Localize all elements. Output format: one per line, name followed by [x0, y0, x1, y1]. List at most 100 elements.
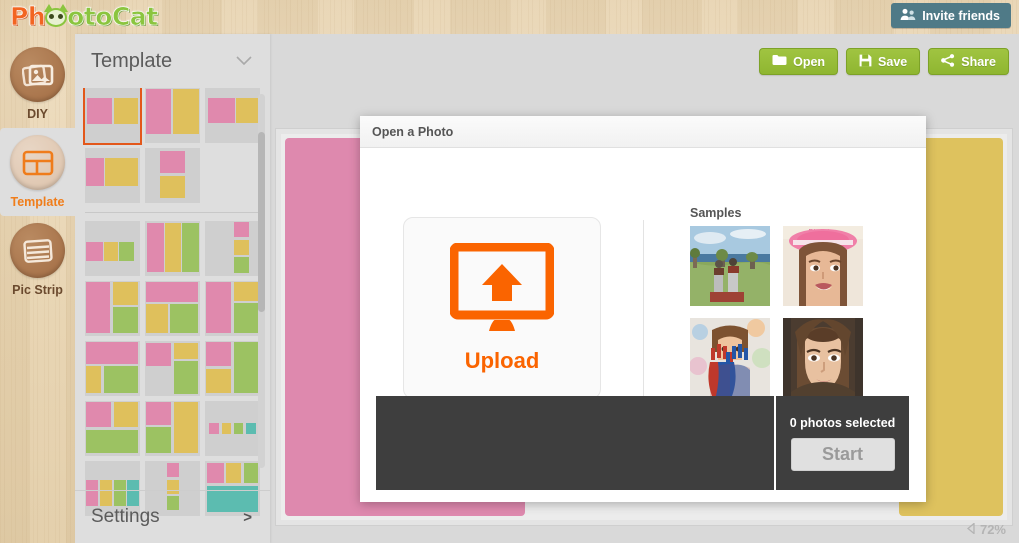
- template-cell: [172, 89, 199, 135]
- start-button-label: Start: [821, 443, 863, 464]
- template-cell: [233, 222, 249, 238]
- invite-friends-button[interactable]: Invite friends: [891, 3, 1011, 28]
- open-button-label: Open: [793, 54, 826, 69]
- template-cell: [160, 151, 185, 174]
- logo-text-part2: oto: [67, 2, 113, 32]
- upload-button[interactable]: Upload: [403, 217, 601, 399]
- triangle-left-icon[interactable]: [966, 522, 975, 537]
- selected-photos-tray[interactable]: [376, 396, 774, 490]
- open-photo-dialog: Open a Photo Upload Samples 0 photos sel…: [360, 116, 926, 502]
- template-cell: [146, 282, 198, 302]
- template-thumbnail[interactable]: [145, 148, 200, 203]
- scrollbar-thumb[interactable]: [258, 132, 265, 312]
- template-thumbnail[interactable]: [85, 281, 140, 336]
- photos-stack-icon: [10, 47, 65, 102]
- template-cell: [208, 97, 235, 124]
- template-cell: [206, 368, 232, 393]
- sidebar-item-pic-strip-label: Pic Strip: [12, 283, 63, 297]
- selected-count-label: photos selected: [800, 415, 896, 430]
- template-cell: [147, 223, 164, 272]
- template-thumbnail[interactable]: [205, 281, 260, 336]
- save-button[interactable]: Save: [846, 48, 921, 75]
- template-cell: [182, 223, 199, 272]
- template-cell: [235, 97, 258, 124]
- template-cell: [119, 241, 135, 261]
- template-cell: [233, 282, 258, 301]
- template-cell: [173, 360, 198, 394]
- template-thumbnail[interactable]: [85, 221, 140, 276]
- open-button[interactable]: Open: [759, 48, 839, 75]
- zoom-level-label: 72%: [979, 522, 1006, 537]
- template-cell: [233, 257, 249, 273]
- sidebar-item-template[interactable]: Template: [0, 128, 75, 216]
- people-icon: [900, 8, 916, 24]
- template-panel-scrollbar[interactable]: [258, 94, 265, 468]
- template-cell: [167, 463, 180, 478]
- app-logo[interactable]: Ph otoCat: [10, 2, 159, 32]
- sidebar-item-template-label: Template: [10, 195, 65, 209]
- selected-count-value: 0: [789, 415, 797, 430]
- template-cell: [146, 427, 172, 453]
- film-strip-icon: [10, 223, 65, 278]
- template-cell: [146, 402, 172, 426]
- template-cell: [225, 463, 242, 483]
- sample-woman-portrait-photo[interactable]: [783, 318, 863, 398]
- template-thumbnail[interactable]: [145, 341, 200, 396]
- left-rail: DIY Template Pic Strip: [0, 34, 75, 543]
- template-cell: [86, 429, 138, 453]
- template-thumbnail[interactable]: [205, 88, 260, 143]
- template-cell: [146, 304, 169, 333]
- template-thumbnail[interactable]: [85, 401, 140, 456]
- template-cell: [112, 307, 138, 333]
- template-thumbnail[interactable]: [205, 341, 260, 396]
- folder-icon: [772, 54, 787, 69]
- dialog-footer: 0 photos selected Start: [376, 396, 909, 490]
- template-thumbnail[interactable]: [205, 401, 260, 456]
- template-cell: [146, 343, 172, 367]
- template-cell: [209, 423, 220, 434]
- template-thumbnail-scroll[interactable]: [75, 88, 270, 524]
- template-cell: [86, 282, 111, 333]
- zoom-indicator[interactable]: 72%: [966, 522, 1006, 537]
- template-thumbnail[interactable]: [205, 221, 260, 276]
- chevron-right-icon: >: [243, 508, 252, 526]
- template-thumbnail[interactable]: [145, 88, 200, 143]
- template-thumbnail[interactable]: [145, 281, 200, 336]
- template-panel: Template Settings >: [75, 34, 270, 543]
- template-thumbnail: [205, 148, 260, 203]
- sample-painted-hands-photo[interactable]: [690, 318, 770, 398]
- template-cell: [86, 342, 138, 365]
- footer-actions: 0 photos selected Start: [774, 396, 909, 490]
- share-button[interactable]: Share: [928, 48, 1009, 75]
- sidebar-item-diy-label: DIY: [27, 107, 48, 121]
- template-thumbnail[interactable]: [85, 341, 140, 396]
- template-panel-header[interactable]: Template: [75, 34, 270, 88]
- template-cell: [160, 175, 185, 198]
- dialog-body: Upload Samples 0 photos selected Start: [360, 148, 926, 502]
- invite-friends-label: Invite friends: [922, 8, 1000, 23]
- template-thumbnail[interactable]: [145, 401, 200, 456]
- upload-label: Upload: [464, 347, 540, 373]
- template-cell: [173, 402, 198, 453]
- samples-label: Samples: [690, 206, 742, 220]
- sidebar-item-diy[interactable]: DIY: [0, 40, 75, 128]
- template-cell: [112, 282, 138, 306]
- sidebar-item-pic-strip[interactable]: Pic Strip: [0, 216, 75, 304]
- template-panel-title: Template: [91, 49, 173, 72]
- settings-row[interactable]: Settings >: [75, 490, 270, 543]
- sample-girl-pink-hat-photo[interactable]: Birthday: [783, 226, 863, 306]
- share-button-label: Share: [961, 54, 996, 69]
- dialog-title-bar: Open a Photo: [360, 116, 926, 148]
- template-cell: [233, 342, 258, 393]
- sample-beach-riders-photo[interactable]: [690, 226, 770, 306]
- template-cell: [103, 241, 118, 261]
- start-button[interactable]: Start: [790, 437, 895, 471]
- template-thumbnail[interactable]: [85, 148, 140, 203]
- logo-text-part1: Ph: [10, 2, 46, 32]
- share-nodes-icon: [941, 53, 955, 70]
- template-thumbnail[interactable]: [83, 88, 142, 145]
- template-thumbnail[interactable]: [145, 221, 200, 276]
- template-cell: [245, 423, 256, 434]
- template-cell: [206, 282, 232, 333]
- chevron-down-icon[interactable]: [236, 53, 252, 70]
